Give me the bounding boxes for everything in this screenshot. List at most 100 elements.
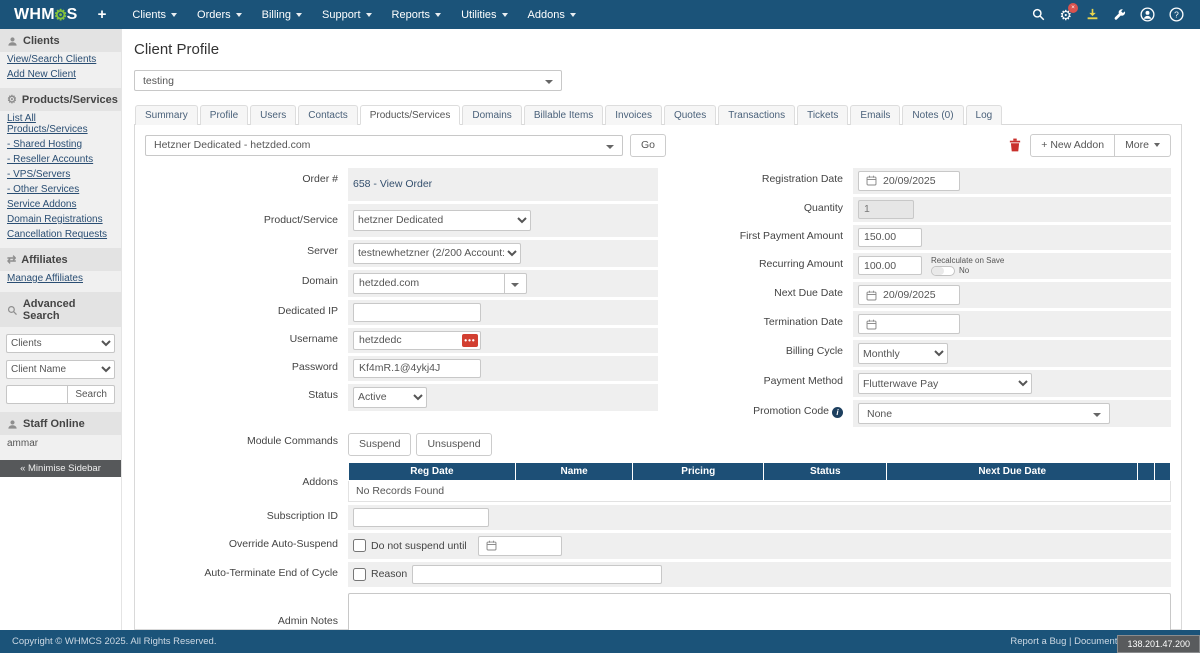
menu-clients[interactable]: Clients <box>122 0 187 29</box>
sidebar-item-reseller-accounts[interactable]: - Reseller Accounts <box>0 152 121 167</box>
product-service-select[interactable]: hetzner Dedicated <box>353 210 531 231</box>
info-icon[interactable]: i <box>832 407 843 418</box>
updates-icon[interactable] <box>1086 8 1099 21</box>
tab-transactions[interactable]: Transactions <box>718 105 795 125</box>
tab-products-services[interactable]: Products/Services <box>360 105 461 125</box>
client-select[interactable]: testing <box>134 70 562 91</box>
sidebar-item-view-search-clients[interactable]: View/Search Clients <box>0 52 121 67</box>
addons-empty-row: No Records Found <box>349 480 1171 501</box>
chevron-down-icon <box>570 13 576 17</box>
sidebar-item-manage-affiliates[interactable]: Manage Affiliates <box>0 271 121 286</box>
payment-method-label: Payment Method <box>658 370 853 397</box>
addons-header-next-due-date: Next Due Date <box>887 462 1138 480</box>
password-label: Password <box>145 356 348 381</box>
advanced-search-icon <box>7 305 18 316</box>
menu-orders[interactable]: Orders <box>187 0 252 29</box>
tab-summary[interactable]: Summary <box>135 105 198 125</box>
order-label: Order # <box>145 168 348 201</box>
recalculate-toggle[interactable] <box>931 266 955 276</box>
first-payment-input[interactable] <box>858 228 922 247</box>
suspend-until-date-input[interactable] <box>478 536 562 556</box>
billing-cycle-select[interactable]: Monthly <box>858 343 948 364</box>
menu-support[interactable]: Support <box>312 0 382 29</box>
menu-reports[interactable]: Reports <box>382 0 452 29</box>
reason-input[interactable] <box>412 565 662 584</box>
tab-emails[interactable]: Emails <box>850 105 900 125</box>
tab-notes[interactable]: Notes (0) <box>902 105 963 125</box>
advanced-search-button[interactable]: Search <box>68 385 115 404</box>
chevron-down-icon <box>236 13 242 17</box>
advanced-search-input[interactable] <box>6 385 68 404</box>
whmcs-logo[interactable]: WHM⚙S <box>14 6 78 24</box>
sidebar-item-vps-servers[interactable]: - VPS/Servers <box>0 167 121 182</box>
delete-service-icon[interactable] <box>1009 138 1021 152</box>
tab-users[interactable]: Users <box>250 105 296 125</box>
recurring-amount-input[interactable] <box>858 256 922 275</box>
next-due-date-label: Next Due Date <box>658 282 853 308</box>
registration-date-label: Registration Date <box>658 168 853 194</box>
quantity-label: Quantity <box>658 197 853 222</box>
copyright-text: Copyright © WHMCS 2025. All Rights Reser… <box>12 636 216 647</box>
unsuspend-button[interactable]: Unsuspend <box>416 433 491 456</box>
more-button[interactable]: More <box>1115 134 1171 157</box>
quantity-input <box>858 200 914 219</box>
automation-status-icon[interactable]: ⚙ × <box>1059 8 1072 22</box>
sidebar-item-domain-registrations[interactable]: Domain Registrations <box>0 212 121 227</box>
sidebar-item-other-services[interactable]: - Other Services <box>0 182 121 197</box>
order-value-link[interactable]: 658 - View Order <box>353 178 432 190</box>
override-auto-suspend-checkbox[interactable] <box>353 539 366 552</box>
auto-terminate-checkbox[interactable] <box>353 568 366 581</box>
dedicated-ip-label: Dedicated IP <box>145 300 348 325</box>
profile-tabs: Summary Profile Users Contacts Products/… <box>134 105 1182 125</box>
sidebar-section-staff-online: Staff Online <box>0 412 121 435</box>
promotion-code-select[interactable]: None <box>858 403 1110 424</box>
payment-method-select[interactable]: Flutterwave Pay <box>858 373 1032 394</box>
domain-dropdown-button[interactable] <box>505 273 527 294</box>
svg-text:?: ? <box>1174 10 1179 20</box>
new-addon-button[interactable]: + New Addon <box>1030 134 1115 157</box>
sidebar-section-clients: Clients <box>0 29 121 52</box>
advanced-search-field-select[interactable]: Client Name <box>6 360 115 379</box>
service-select[interactable]: Hetzner Dedicated - hetzded.com <box>145 135 623 156</box>
help-icon[interactable]: ? <box>1169 7 1184 22</box>
subscription-id-input[interactable] <box>353 508 489 527</box>
shortcuts-plus-button[interactable]: + <box>98 6 107 23</box>
tab-contacts[interactable]: Contacts <box>298 105 357 125</box>
sidebar-section-advanced-search: Advanced Search <box>0 292 121 327</box>
tab-quotes[interactable]: Quotes <box>664 105 716 125</box>
status-bar-url: 138.201.47.200 <box>1117 635 1200 653</box>
menu-addons[interactable]: Addons <box>518 0 586 29</box>
tab-profile[interactable]: Profile <box>200 105 248 125</box>
automation-alert-badge: × <box>1068 3 1078 13</box>
domain-input[interactable] <box>353 273 505 294</box>
dedicated-ip-input[interactable] <box>353 303 481 322</box>
password-input[interactable] <box>353 359 481 378</box>
chevron-down-icon <box>366 13 372 17</box>
tab-invoices[interactable]: Invoices <box>605 105 662 125</box>
server-select[interactable]: testnewhetzner (2/200 Account: <box>353 243 521 264</box>
search-icon[interactable] <box>1032 8 1045 21</box>
sidebar-item-service-addons[interactable]: Service Addons <box>0 197 121 212</box>
tab-log[interactable]: Log <box>966 105 1003 125</box>
registration-date-input[interactable]: 20/09/2025 <box>858 171 960 191</box>
tab-tickets[interactable]: Tickets <box>797 105 848 125</box>
go-button[interactable]: Go <box>630 134 666 157</box>
system-settings-icon[interactable] <box>1113 8 1126 21</box>
menu-utilities[interactable]: Utilities <box>451 0 517 29</box>
sidebar-item-cancellation-requests[interactable]: Cancellation Requests <box>0 227 121 242</box>
minimise-sidebar-button[interactable]: « Minimise Sidebar <box>0 460 121 477</box>
admin-notes-textarea[interactable] <box>348 593 1171 630</box>
account-icon[interactable] <box>1140 7 1155 22</box>
termination-date-input[interactable] <box>858 314 960 334</box>
sidebar-item-add-new-client[interactable]: Add New Client <box>0 67 121 82</box>
menu-billing[interactable]: Billing <box>252 0 312 29</box>
password-manager-icon[interactable]: ••• <box>462 334 478 347</box>
tab-domains[interactable]: Domains <box>462 105 521 125</box>
advanced-search-type-select[interactable]: Clients <box>6 334 115 353</box>
suspend-button[interactable]: Suspend <box>348 433 411 456</box>
sidebar-item-list-all-products[interactable]: List All Products/Services <box>0 111 121 137</box>
sidebar-item-shared-hosting[interactable]: - Shared Hosting <box>0 137 121 152</box>
next-due-date-input[interactable]: 20/09/2025 <box>858 285 960 305</box>
status-select[interactable]: Active <box>353 387 427 408</box>
tab-billable-items[interactable]: Billable Items <box>524 105 603 125</box>
